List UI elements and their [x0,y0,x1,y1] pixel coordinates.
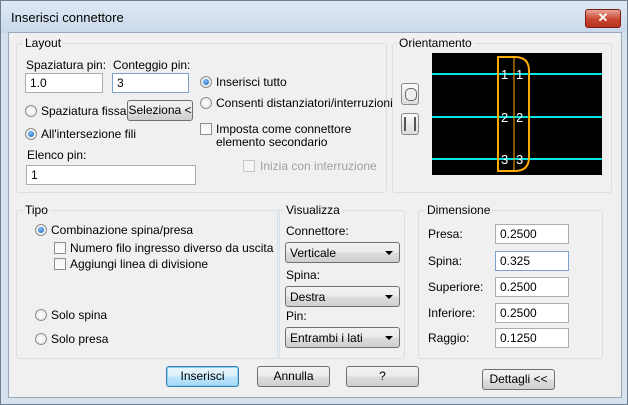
solo-presa-radio[interactable] [35,333,47,345]
visualizza-group: Visualizza Connettore: Verticale Spina: … [277,203,405,359]
chevron-down-icon [385,295,393,299]
tipo-group: Tipo Combinazione spina/presa Numero fil… [16,203,280,359]
aggiungi-linea-checkbox[interactable] [54,258,66,270]
inserisci-tutto-radio[interactable] [200,76,212,88]
inserisci-button[interactable]: Inserisci [166,366,239,387]
consenti-distanziatori-label: Consenti distanziatori/interruzioni [216,96,393,110]
pin-label-right-1: 1 [516,67,523,82]
superiore-label: Superiore: [428,280,484,294]
help-button[interactable]: ? [346,366,419,387]
imposta-connettore-label-line2: elemento secondario [216,135,328,149]
elenco-pin-label: Elenco pin: [27,148,87,162]
spina-label: Spina: [286,268,321,282]
imposta-connettore-label-line1: Imposta come connettore [216,122,352,136]
close-button[interactable]: ✕ [585,9,621,28]
spina-dim-input[interactable]: 0.325 [495,251,569,271]
solo-presa-label: Solo presa [51,332,109,346]
pin-label-left-2: 2 [501,110,508,125]
chevron-down-icon [385,336,393,340]
seleziona-button[interactable]: Seleziona < [127,100,193,121]
combinazione-label: Combinazione spina/presa [51,223,194,237]
elenco-pin-input[interactable]: 1 [26,165,196,185]
pin-label-right-2: 2 [516,110,523,125]
connector-preview-drawing: 1 2 3 1 2 3 [432,56,602,172]
combinazione-radio[interactable] [35,224,47,236]
aggiungi-linea-label: Aggiungi linea di divisione [70,257,209,271]
visualizza-group-title: Visualizza [284,203,342,217]
pin-select-value: Entrambi i lati [290,331,363,345]
raggio-input[interactable]: 0.1250 [495,328,569,348]
annulla-button[interactable]: Annulla [257,366,330,387]
chevron-down-icon [385,251,393,255]
spaziatura-pin-input[interactable]: 1.0 [25,73,103,93]
presa-input[interactable]: 0.2500 [495,224,569,244]
inizia-interruzione-label: Inizia con interruzione [260,159,377,173]
pin-label-right-3: 3 [516,152,523,167]
raggio-label: Raggio: [428,331,470,345]
inserisci-tutto-label: Inserisci tutto [216,75,287,89]
dimensione-group-title: Dimensione [425,203,493,217]
imposta-connettore-checkbox[interactable] [200,123,212,135]
superiore-input[interactable]: 0.2500 [495,277,569,297]
connector-preview: 1 2 3 1 2 3 [432,53,602,175]
inferiore-input[interactable]: 0.2500 [495,303,569,323]
spaziatura-pin-label: Spaziatura pin: [26,58,107,72]
tipo-group-title: Tipo [23,203,50,217]
intersezione-fili-radio[interactable] [25,128,37,140]
spina-select-value: Destra [290,290,326,304]
orientamento-group-title: Orientamento [397,36,474,50]
numero-filo-label: Numero filo ingresso diverso da uscita [70,241,274,255]
dialog-window: Inserisci connettore ✕ Layout Spaziatura… [0,0,628,405]
numero-filo-checkbox[interactable] [54,242,66,254]
presa-label: Presa: [428,227,463,241]
conteggio-pin-label: Conteggio pin: [113,58,191,72]
rotate-button[interactable] [401,83,419,105]
spina-select[interactable]: Destra [285,286,400,307]
pin-label-left-3: 3 [501,152,508,167]
solo-spina-radio[interactable] [35,309,47,321]
connettore-select[interactable]: Verticale [285,242,400,263]
window-title: Inserisci connettore [11,10,124,25]
pin-select[interactable]: Entrambi i lati [285,327,400,348]
flip-icon [404,117,416,131]
pin-label-left-1: 1 [501,67,508,82]
title-bar: Inserisci connettore ✕ [1,1,627,33]
inferiore-label: Inferiore: [428,306,476,320]
rotate-icon [405,88,417,101]
inizia-interruzione-checkbox[interactable] [243,160,255,172]
flip-button[interactable] [401,113,419,135]
conteggio-pin-input[interactable]: 3 [112,73,189,93]
dettagli-button[interactable]: Dettagli << [482,369,555,390]
dimensione-group: Dimensione Presa: 0.2500 Spina: 0.325 Su… [418,203,603,359]
pin-label: Pin: [286,309,307,323]
layout-group: Layout Spaziatura pin: 1.0 Conteggio pin… [16,36,393,193]
spaziatura-fissa-radio[interactable] [25,105,37,117]
solo-spina-label: Solo spina [51,308,108,322]
spaziatura-fissa-label: Spaziatura fissa [41,104,127,118]
connettore-label: Connettore: [286,224,349,238]
connettore-select-value: Verticale [290,246,337,260]
layout-group-title: Layout [23,36,64,50]
intersezione-fili-label: All'intersezione fili [41,127,136,141]
consenti-distanziatori-radio[interactable] [200,97,212,109]
spina-dim-label: Spina: [428,254,463,268]
dialog-client-area: Layout Spaziatura pin: 1.0 Conteggio pin… [8,32,622,398]
